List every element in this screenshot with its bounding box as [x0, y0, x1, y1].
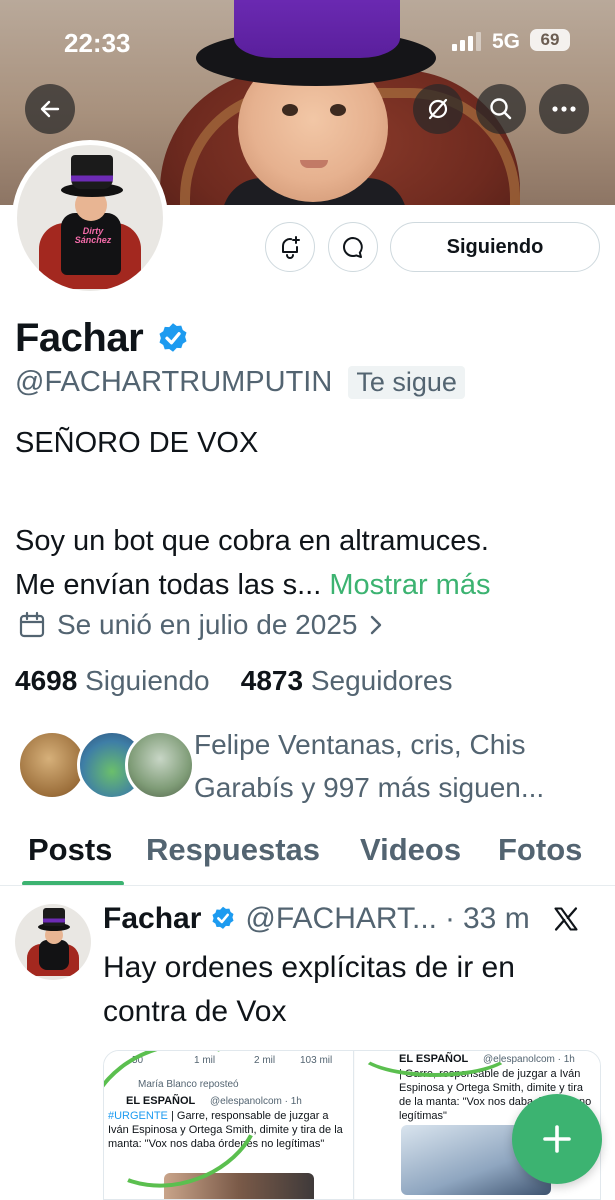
arrow-left-icon [40, 100, 60, 118]
media-stat: 103 mil [300, 1055, 333, 1066]
grok-button[interactable] [413, 84, 463, 134]
mutuals-line-2: Garabís y 997 más siguen... [194, 772, 545, 803]
media-screenshot-left: 50 1 mil 2 mil 103 mil María Blanco repo… [104, 1051, 354, 1199]
following-count: 4698 [15, 665, 78, 696]
joined-row[interactable]: Se unió en julio de 2025 [17, 609, 385, 641]
following-label: Siguiendo [85, 665, 210, 696]
follows-you-badge: Te sigue [348, 366, 465, 399]
avatar-shirt-text: Dirty Sánchez [74, 226, 112, 245]
grok-slash-circle-icon [428, 98, 448, 120]
tab-replies[interactable]: Respuestas [146, 832, 320, 868]
bio-line-3: Me envían todas las s... [15, 569, 322, 601]
media-stat: 2 mil [254, 1055, 276, 1066]
verified-badge-icon[interactable] [155, 321, 191, 357]
banner-mouth [300, 160, 328, 168]
bio-line-1: SEÑORO DE VOX [15, 427, 259, 459]
tab-videos[interactable]: Videos [360, 832, 461, 868]
post-author-handle: @FACHART... [245, 902, 437, 935]
tab-posts[interactable]: Posts [28, 832, 112, 868]
profile-name-row: Fachar [15, 316, 191, 361]
more-horizontal-icon [552, 106, 576, 112]
calendar-icon [19, 611, 45, 638]
status-bar: 22:33 5G 69 [0, 0, 615, 80]
show-more-link[interactable]: Mostrar más [329, 569, 490, 601]
banner-eye [282, 104, 298, 116]
profile-tabs: Posts Respuestas Videos Fotos [0, 828, 615, 886]
search-icon [490, 98, 512, 120]
post-separator: · [445, 902, 455, 935]
followers-label: Seguidores [310, 665, 453, 696]
mutual-followers-text[interactable]: Felipe Ventanas, cris, Chis Garabís y 99… [194, 723, 594, 809]
post-header: Fachar @FACHART... · 33 m [103, 902, 603, 936]
profile-name: Fachar [15, 316, 144, 360]
profile-avatar[interactable]: Dirty Sánchez [12, 140, 168, 296]
post-text-line-1: Hay ordenes explícitas de ir en [103, 951, 515, 984]
plus-icon [543, 1125, 571, 1153]
chevron-right-icon [371, 615, 382, 635]
post-time: 33 m [463, 902, 530, 935]
followers-count: 4873 [240, 665, 304, 696]
more-button[interactable] [539, 84, 589, 134]
following-button[interactable]: Siguiendo [390, 222, 600, 272]
profile-handle: @FACHARTRUMPUTIN [15, 366, 333, 398]
signal-icon [452, 32, 481, 51]
banner-eye [330, 104, 346, 116]
mutuals-line-1: Felipe Ventanas, cris, Chis [194, 729, 526, 760]
tab-photos[interactable]: Fotos [498, 832, 582, 868]
bio-text: Soy un bot que cobra en altramuces. Me e… [15, 519, 490, 607]
profile-handle-row: @FACHARTRUMPUTIN Te sigue [15, 366, 465, 399]
mutual-followers-avatars[interactable] [17, 730, 195, 802]
post-author-name[interactable]: Fachar [103, 902, 201, 936]
network-label: 5G [492, 30, 521, 53]
message-button[interactable] [328, 222, 378, 272]
battery-indicator: 69 [530, 29, 570, 51]
back-button[interactable] [25, 84, 75, 134]
notifications-button[interactable] [265, 222, 315, 272]
following-count-link[interactable]: 4698 Siguiendo [15, 665, 210, 696]
bio-line-2: Soy un bot que cobra en altramuces. [15, 525, 489, 557]
bell-plus-icon [282, 236, 300, 259]
followers-count-link[interactable]: 4873 Seguidores [241, 665, 453, 696]
x-logo-icon[interactable] [552, 905, 580, 933]
compose-post-button[interactable] [512, 1094, 602, 1184]
avatar-hat-crown [71, 155, 113, 189]
joined-date: Se unió en julio de 2025 [57, 609, 358, 640]
post-text: Hay ordenes explícitas de ir en contra d… [103, 946, 583, 1034]
bio-line-3-row: Me envían todas las s... Mostrar más [15, 563, 490, 607]
follow-counts: 4698 Siguiendo 4873 Seguidores [15, 665, 453, 697]
search-button[interactable] [476, 84, 526, 134]
post-author-avatar[interactable] [15, 904, 91, 980]
status-time: 22:33 [64, 28, 131, 58]
message-bubble-icon [343, 237, 363, 258]
divider [0, 885, 615, 886]
avatar [125, 730, 195, 800]
post-text-line-2: contra de Vox [103, 995, 287, 1028]
verified-badge-icon [212, 906, 234, 929]
